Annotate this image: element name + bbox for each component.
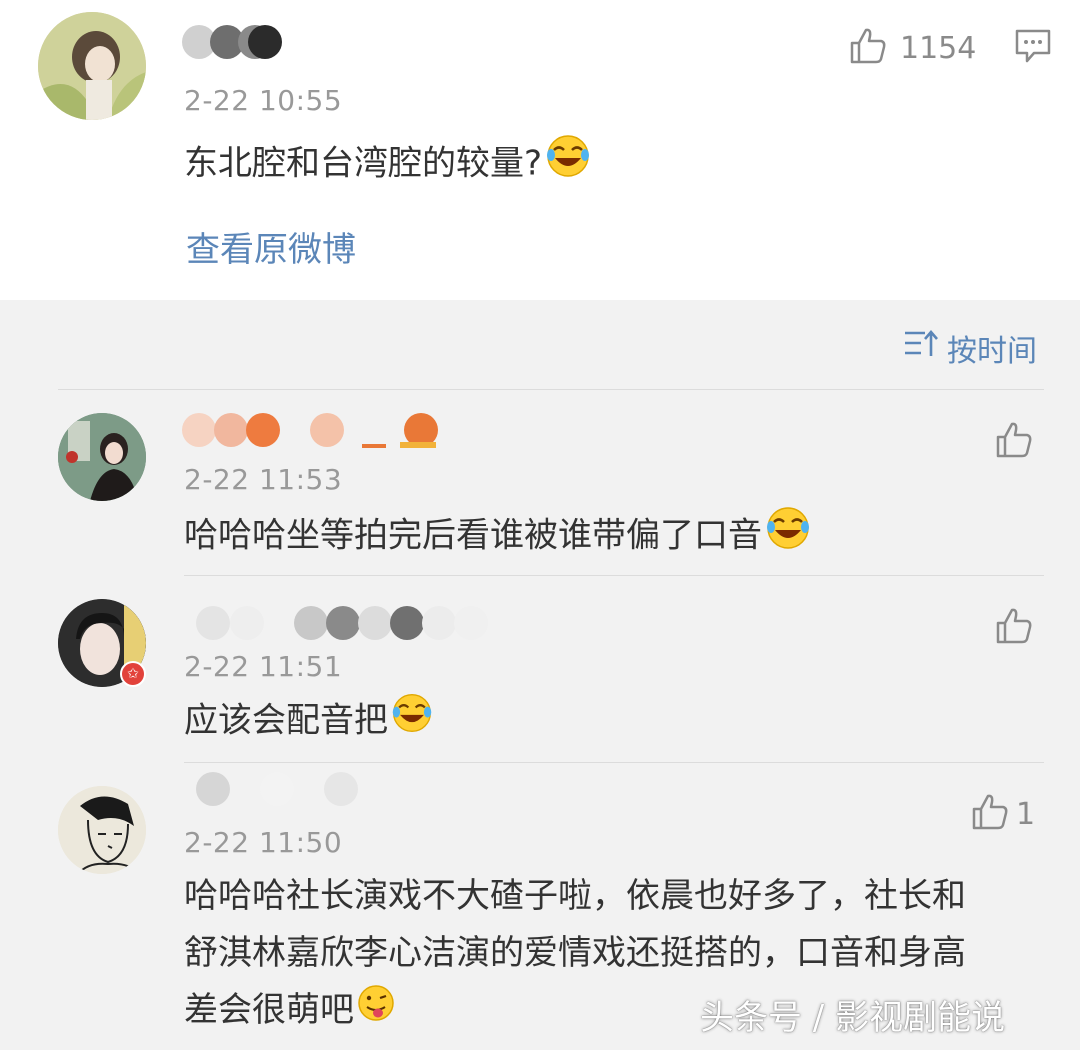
comment-text: 哈哈哈坐等拍完后看谁被谁带偏了口音 bbox=[184, 506, 812, 568]
comment-text-line: 哈哈哈社长演戏不大碴子啦，依晨也好多了，社长和 bbox=[184, 876, 966, 916]
original-post-card: 2-22 10:55 东北腔和台湾腔的较量? 查看原微博 1154 bbox=[0, 0, 1080, 300]
comment-text: 应该会配音把 bbox=[184, 692, 434, 752]
view-original-link[interactable]: 查看原微博 bbox=[186, 222, 356, 271]
comment-like-button[interactable] bbox=[994, 420, 1034, 464]
comment-date: 2-22 11:53 bbox=[184, 463, 343, 496]
post-date: 2-22 10:55 bbox=[184, 84, 343, 117]
thumbs-up-icon bbox=[994, 608, 1034, 650]
avatar[interactable] bbox=[58, 413, 146, 501]
post-text-content: 东北腔和台湾腔的较量? bbox=[184, 143, 543, 184]
divider bbox=[184, 762, 1044, 763]
divider bbox=[184, 575, 1044, 576]
thumbs-up-icon bbox=[970, 792, 1010, 836]
sort-label: 按时间 bbox=[947, 334, 1037, 369]
comment-text-line: 舒淇林嘉欣李心洁演的爱情戏还挺搭的，口音和身高 bbox=[184, 933, 966, 973]
verified-badge-icon: ✩ bbox=[120, 661, 146, 687]
laughing-emoji bbox=[544, 134, 592, 196]
avatar[interactable] bbox=[58, 786, 146, 874]
username-blurred[interactable] bbox=[196, 604, 488, 644]
comment-date: 2-22 11:50 bbox=[184, 826, 343, 859]
comment-text-content: 差会很萌吧 bbox=[184, 990, 354, 1030]
like-count: 1154 bbox=[900, 30, 977, 66]
thumbs-up-icon bbox=[994, 422, 1034, 464]
username-blurred[interactable] bbox=[182, 22, 282, 62]
tongue-emoji bbox=[356, 983, 396, 1041]
avatar[interactable] bbox=[38, 12, 146, 120]
laughing-emoji bbox=[390, 692, 434, 752]
watermark: 头条号 / 影视剧能说 bbox=[700, 998, 1006, 1038]
post-text: 东北腔和台湾腔的较量? bbox=[184, 134, 592, 196]
username-blurred[interactable] bbox=[196, 770, 366, 810]
avatar[interactable]: ✩ bbox=[58, 599, 146, 687]
comment-date: 2-22 11:51 bbox=[184, 650, 343, 683]
comment-text-content: 应该会配音把 bbox=[184, 700, 388, 741]
sort-by-time-button[interactable]: 按时间 bbox=[903, 326, 1037, 370]
comment-icon[interactable] bbox=[1014, 28, 1052, 68]
thumbs-up-icon bbox=[848, 26, 888, 70]
like-count: 1 bbox=[1016, 796, 1036, 832]
comment-text-content: 哈哈哈坐等拍完后看谁被谁带偏了口音 bbox=[184, 515, 762, 556]
username-blurred[interactable] bbox=[182, 410, 442, 450]
sort-icon bbox=[903, 329, 939, 367]
laughing-emoji bbox=[764, 506, 812, 568]
comment-like-button[interactable] bbox=[994, 606, 1034, 650]
divider bbox=[58, 389, 1044, 390]
post-like-button[interactable]: 1154 bbox=[848, 26, 976, 70]
comment-like-button[interactable]: 1 bbox=[970, 792, 1035, 836]
